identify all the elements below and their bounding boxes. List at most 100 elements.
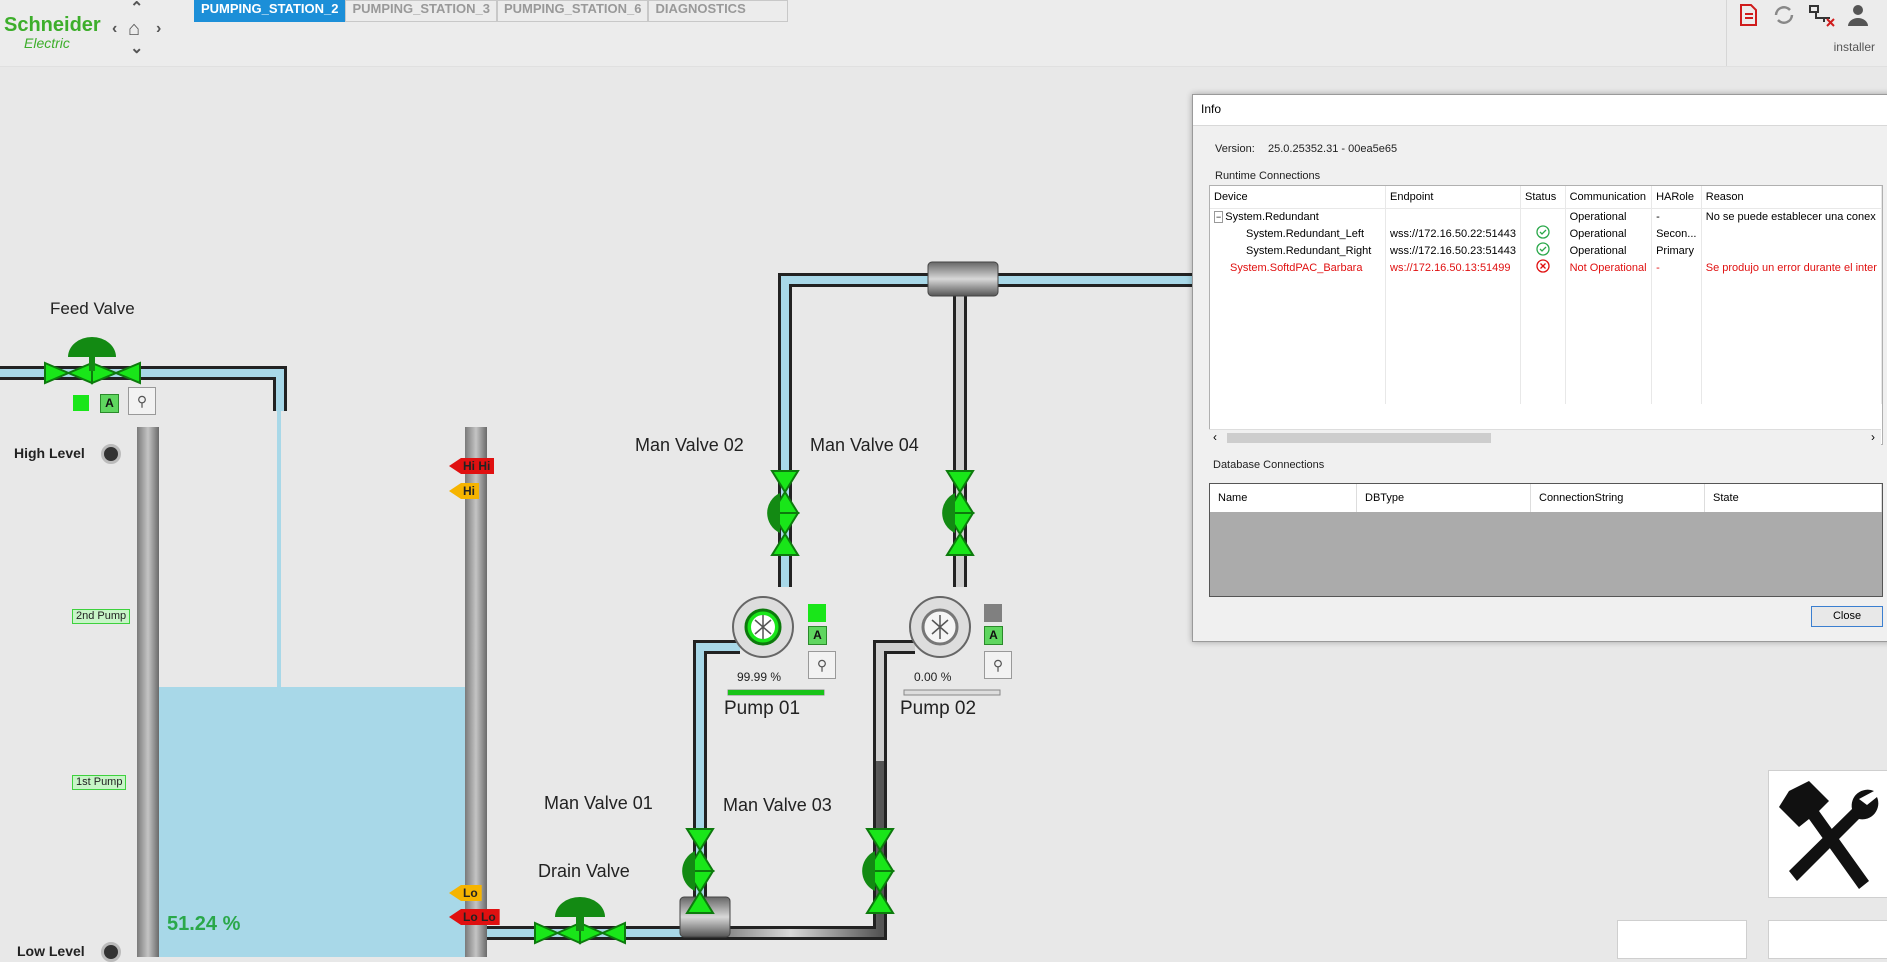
network-error-icon[interactable]: [1807, 2, 1837, 28]
tab-pumping-station-3[interactable]: PUMPING_STATION_3: [345, 0, 497, 22]
man-valve-01-label: Man Valve 01: [544, 793, 653, 813]
table-row[interactable]: System.SoftdPAC_Barbara ws://172.16.50.1…: [1210, 259, 1882, 276]
schneider-logo: Schneider Electric: [4, 14, 101, 52]
status-ok-icon: [1520, 225, 1566, 242]
endpoint: ws://172.16.50.13:51499: [1385, 259, 1522, 276]
col-dbtype[interactable]: DBType: [1357, 484, 1531, 512]
table-row[interactable]: − System.Redundant Operational - No se pu…: [1210, 208, 1882, 225]
feed-valve-status-indicator: [73, 395, 89, 411]
pump01-icon[interactable]: [732, 596, 794, 658]
brand-name: Schneider: [4, 14, 101, 36]
reason: Se produjo un error durante el inter: [1701, 259, 1882, 276]
col-harole[interactable]: HARole: [1651, 186, 1702, 209]
horizontal-scrollbar[interactable]: ‹ ›: [1209, 429, 1881, 446]
col-communication[interactable]: Communication: [1565, 186, 1653, 209]
version-label: Version:: [1215, 143, 1255, 155]
status-ok-icon: [1520, 242, 1566, 259]
endpoint: [1385, 208, 1522, 225]
feed-valve-trend-icon[interactable]: ⚲: [128, 387, 156, 415]
close-button[interactable]: Close: [1811, 606, 1883, 627]
pump02-icon[interactable]: [909, 596, 971, 658]
low-level-lamp: [101, 942, 121, 962]
col-connectionstring[interactable]: ConnectionString: [1531, 484, 1705, 512]
pump01-label: Pump 01: [724, 698, 801, 719]
man-valve-02-label: Man Valve 02: [635, 435, 744, 455]
tab-pumping-station-6[interactable]: PUMPING_STATION_6: [496, 0, 649, 22]
pump02-status-indicator: [984, 604, 1002, 622]
nav-forward-icon[interactable]: ›: [156, 20, 161, 38]
endpoint: wss://172.16.50.23:51443: [1385, 242, 1522, 259]
tank-wall-left: [137, 427, 159, 957]
tab-pumping-station-2[interactable]: PUMPING_STATION_2: [194, 0, 346, 22]
table-row[interactable]: System.Redundant_Left wss://172.16.50.22…: [1210, 225, 1882, 242]
man-valve-04-label: Man Valve 04: [810, 435, 919, 455]
harole: -: [1651, 208, 1702, 225]
pump01-auto-button[interactable]: A: [808, 626, 827, 645]
nav-back-icon[interactable]: ‹: [112, 20, 117, 38]
col-endpoint[interactable]: Endpoint: [1385, 186, 1522, 209]
tag-1st-pump: 1st Pump: [72, 775, 127, 790]
col-reason[interactable]: Reason: [1701, 186, 1882, 209]
nav-down-icon[interactable]: ⌄: [130, 38, 143, 58]
drain-valve-icon[interactable]: [534, 897, 626, 945]
db-header-row: Name DBType ConnectionString State: [1210, 484, 1882, 512]
tank-wall-right: [465, 427, 487, 957]
nav-up-icon[interactable]: ⌃: [130, 0, 143, 18]
scroll-right-icon[interactable]: ›: [1871, 430, 1875, 444]
high-level-label: High Level: [14, 445, 85, 461]
bottom-button-left[interactable]: [1617, 920, 1747, 959]
tee-fitting-top: [927, 261, 999, 297]
database-connections-label: Database Connections: [1213, 459, 1325, 471]
status-cell: [1520, 208, 1566, 225]
communication: Operational: [1565, 225, 1653, 242]
man-valve-04-icon[interactable]: [942, 470, 975, 556]
pump02-auto-button[interactable]: A: [984, 626, 1003, 645]
pump01-status-indicator: [808, 604, 826, 622]
tools-button[interactable]: [1768, 770, 1887, 898]
alarm-report-icon[interactable]: [1735, 2, 1761, 28]
pump02-speed: 0.00 %: [914, 670, 952, 684]
harole: Primary: [1651, 242, 1702, 259]
pump02-speed-bar-bg: [903, 689, 1001, 696]
feed-valve-icon[interactable]: [44, 337, 141, 385]
tab-diagnostics[interactable]: DIAGNOSTICS: [648, 0, 789, 22]
runtime-connections-grid: Device Endpoint Status Communication HAR…: [1209, 185, 1883, 445]
tree-collapse-icon[interactable]: −: [1214, 211, 1224, 223]
pump02-trend-icon[interactable]: ⚲: [984, 651, 1012, 679]
communication: Operational: [1565, 242, 1653, 259]
bottom-button-right[interactable]: [1768, 920, 1887, 959]
grid-header-row: Device Endpoint Status Communication HAR…: [1210, 186, 1882, 209]
device-name: System.SoftdPAC_Barbara: [1210, 259, 1387, 276]
drain-valve-label: Drain Valve: [538, 861, 630, 881]
reason: No se puede establecer una conex: [1701, 208, 1882, 225]
pump01-speed: 99.99 %: [737, 670, 782, 684]
dialog-title: Info: [1193, 95, 1887, 126]
nav-controls: ⌃ ‹ ⌂ › ⌄: [110, 0, 176, 60]
man-valve-03-icon[interactable]: [862, 828, 895, 914]
man-valve-02-icon[interactable]: [767, 470, 800, 556]
database-connections-grid: Name DBType ConnectionString State: [1209, 483, 1883, 597]
col-device[interactable]: Device: [1210, 186, 1387, 209]
man-valve-03-label: Man Valve 03: [723, 795, 832, 815]
screen-tabs: PUMPING_STATION_2 PUMPING_STATION_3 PUMP…: [194, 0, 789, 22]
col-status[interactable]: Status: [1520, 186, 1566, 209]
inflow-stream: [277, 411, 281, 701]
communication: Not Operational: [1565, 259, 1653, 276]
communication: Operational: [1565, 208, 1653, 225]
feed-valve-auto-button[interactable]: A: [100, 394, 119, 413]
reason: [1701, 242, 1882, 259]
user-icon[interactable]: [1845, 2, 1871, 28]
brand-subname: Electric: [24, 35, 70, 51]
endpoint: wss://172.16.50.22:51443: [1385, 225, 1522, 242]
col-state[interactable]: State: [1705, 484, 1882, 512]
scroll-left-icon[interactable]: ‹: [1213, 430, 1217, 444]
col-name[interactable]: Name: [1210, 484, 1357, 512]
scrollbar-thumb[interactable]: [1227, 433, 1491, 443]
reason: [1701, 225, 1882, 242]
pump02-label: Pump 02: [900, 698, 977, 719]
table-row[interactable]: System.Redundant_Right wss://172.16.50.2…: [1210, 242, 1882, 259]
device-name: System.Redundant_Right: [1210, 242, 1387, 259]
sync-icon[interactable]: [1771, 2, 1797, 28]
info-dialog: Info Version: 25.0.25352.31 - 00ea5e65 R…: [1192, 94, 1887, 642]
pump01-trend-icon[interactable]: ⚲: [808, 651, 836, 679]
